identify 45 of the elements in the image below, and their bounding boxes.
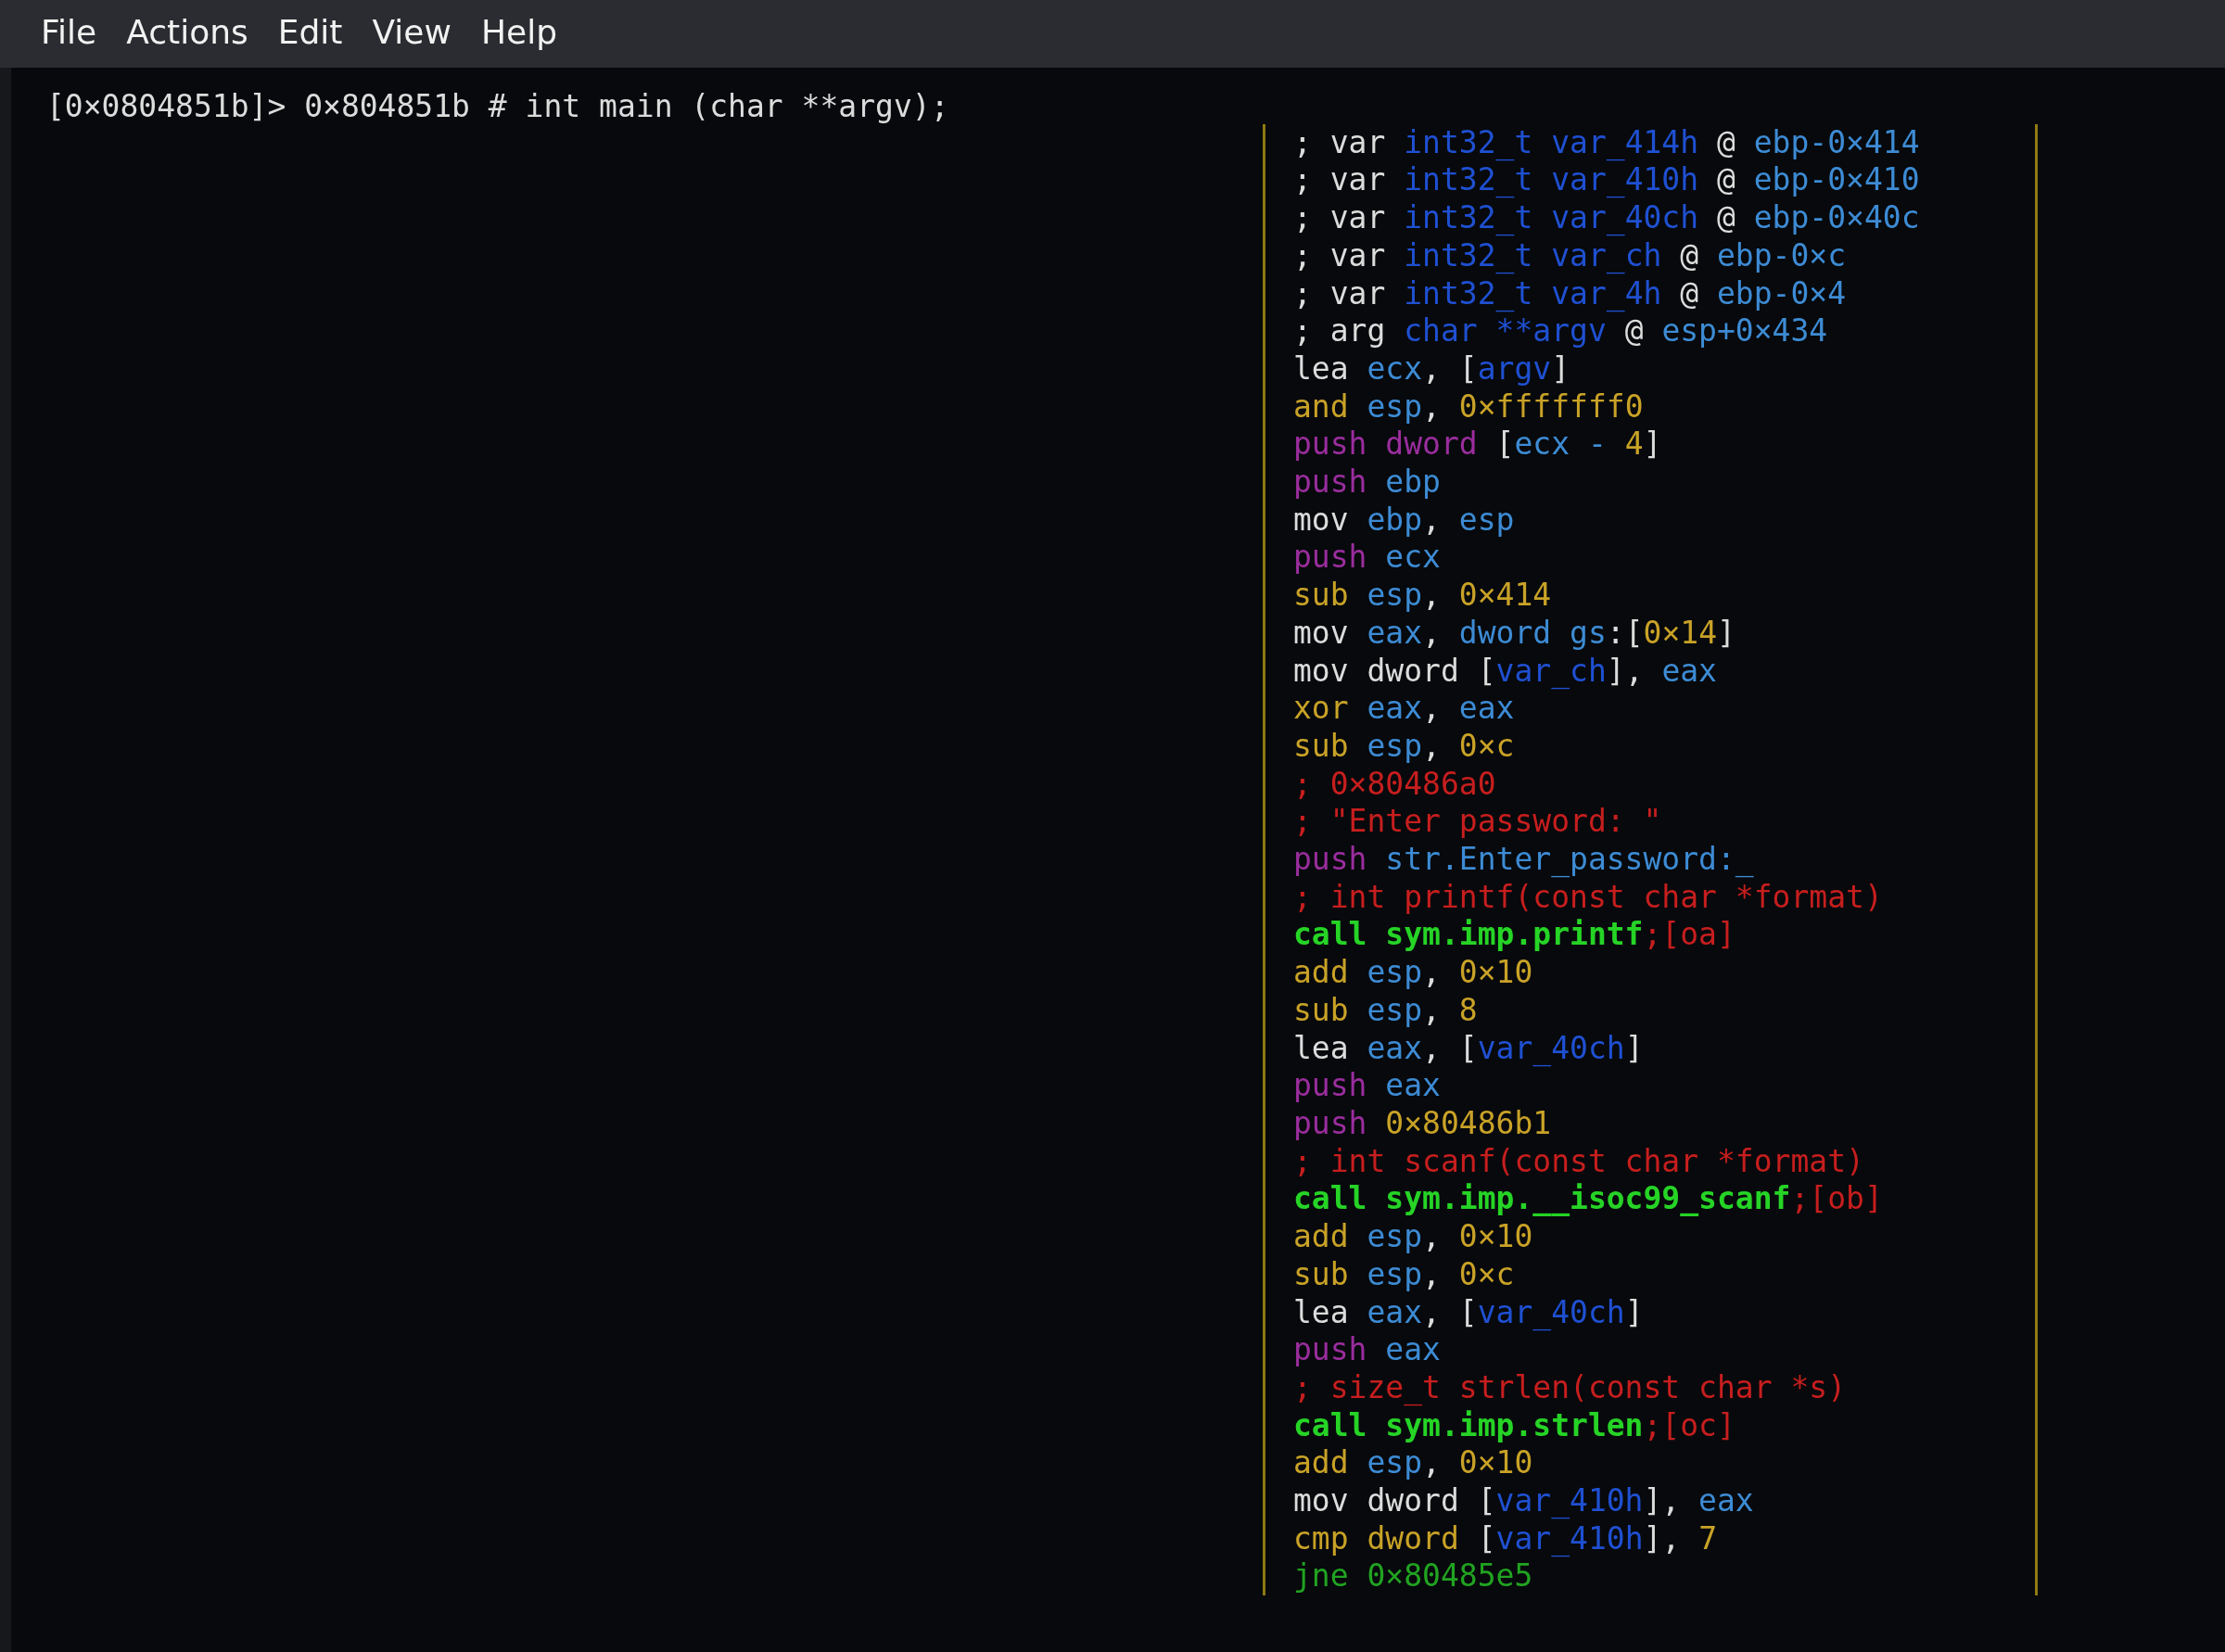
code-line: cmp dword [var_410h], 7 xyxy=(1293,1519,1717,1558)
code-line: mov dword [var_ch], eax xyxy=(1293,652,1717,691)
menu-item[interactable]: Actions xyxy=(113,6,265,61)
code-line: push dword [ecx - 4] xyxy=(1293,426,1662,464)
code-line: call sym.imp.strlen;[oc] xyxy=(1293,1406,1736,1445)
code-line: add esp, 0×10 xyxy=(1293,1444,1533,1482)
code-line: lea eax, [var_40ch] xyxy=(1293,1029,1644,1068)
code-line: add esp, 0×10 xyxy=(1293,1218,1533,1256)
code-line: call sym.imp.__isoc99_scanf;[ob] xyxy=(1293,1180,1883,1219)
code-line: sub esp, 0×414 xyxy=(1293,577,1552,615)
code-line: ; int printf(const char *format) xyxy=(1293,878,1883,917)
code-line: lea ecx, [argv] xyxy=(1293,349,1570,388)
code-line: ; var int32_t var_410h @ ebp-0×410 xyxy=(1293,161,1920,200)
code-line: ; var int32_t var_40ch @ ebp-0×40c xyxy=(1293,199,1920,237)
menu-item[interactable]: Edit xyxy=(264,6,360,61)
code-line: push eax xyxy=(1293,1331,1441,1369)
code-line: push ecx xyxy=(1293,539,1441,578)
code-line: mov eax, dword gs:[0×14] xyxy=(1293,614,1736,653)
code-line: and esp, 0×fffffff0 xyxy=(1293,388,1644,426)
code-line: call sym.imp.printf;[oa] xyxy=(1293,916,1736,955)
code-line: mov ebp, esp xyxy=(1293,501,1515,540)
code-line: sub esp, 0×c xyxy=(1293,1255,1515,1294)
menu-item[interactable]: File xyxy=(28,6,114,61)
code-line: push ebp xyxy=(1293,464,1441,502)
prompt-line: [0×0804851b]> 0×804851b # int main (char **argv); xyxy=(46,88,950,126)
code-line: add esp, 0×10 xyxy=(1293,954,1533,992)
code-line: ; arg char **argv @ esp+0×434 xyxy=(1293,312,1828,350)
code-line: ; var int32_t var_4h @ ebp-0×4 xyxy=(1293,274,1847,313)
menu-item[interactable]: Help xyxy=(467,6,574,61)
code-line: mov dword [var_410h], eax xyxy=(1293,1482,1754,1520)
code-line: ; size_t strlen(const char *s) xyxy=(1293,1368,1847,1407)
code-line: lea eax, [var_40ch] xyxy=(1293,1293,1644,1332)
code-line: push eax xyxy=(1293,1067,1441,1105)
code-line: ; "Enter password: " xyxy=(1293,803,1662,842)
menu-item[interactable]: View xyxy=(359,6,468,61)
code-line: ; int scanf(const char *format) xyxy=(1293,1142,1864,1181)
code-line: sub esp, 0×c xyxy=(1293,727,1515,766)
code-line: jne 0×80485e5 xyxy=(1293,1557,1533,1596)
code-line: ; var int32_t var_414h @ ebp-0×414 xyxy=(1293,123,1920,162)
code-line: xor eax, eax xyxy=(1293,690,1515,728)
code-line: ; 0×80486a0 xyxy=(1293,765,1496,804)
code-line: push str.Enter_password:_ xyxy=(1293,841,1754,879)
code-line: sub esp, 8 xyxy=(1293,991,1478,1030)
code-line: ; var int32_t var_ch @ ebp-0×c xyxy=(1293,236,1847,275)
code-line: push 0×80486b1 xyxy=(1293,1105,1552,1143)
